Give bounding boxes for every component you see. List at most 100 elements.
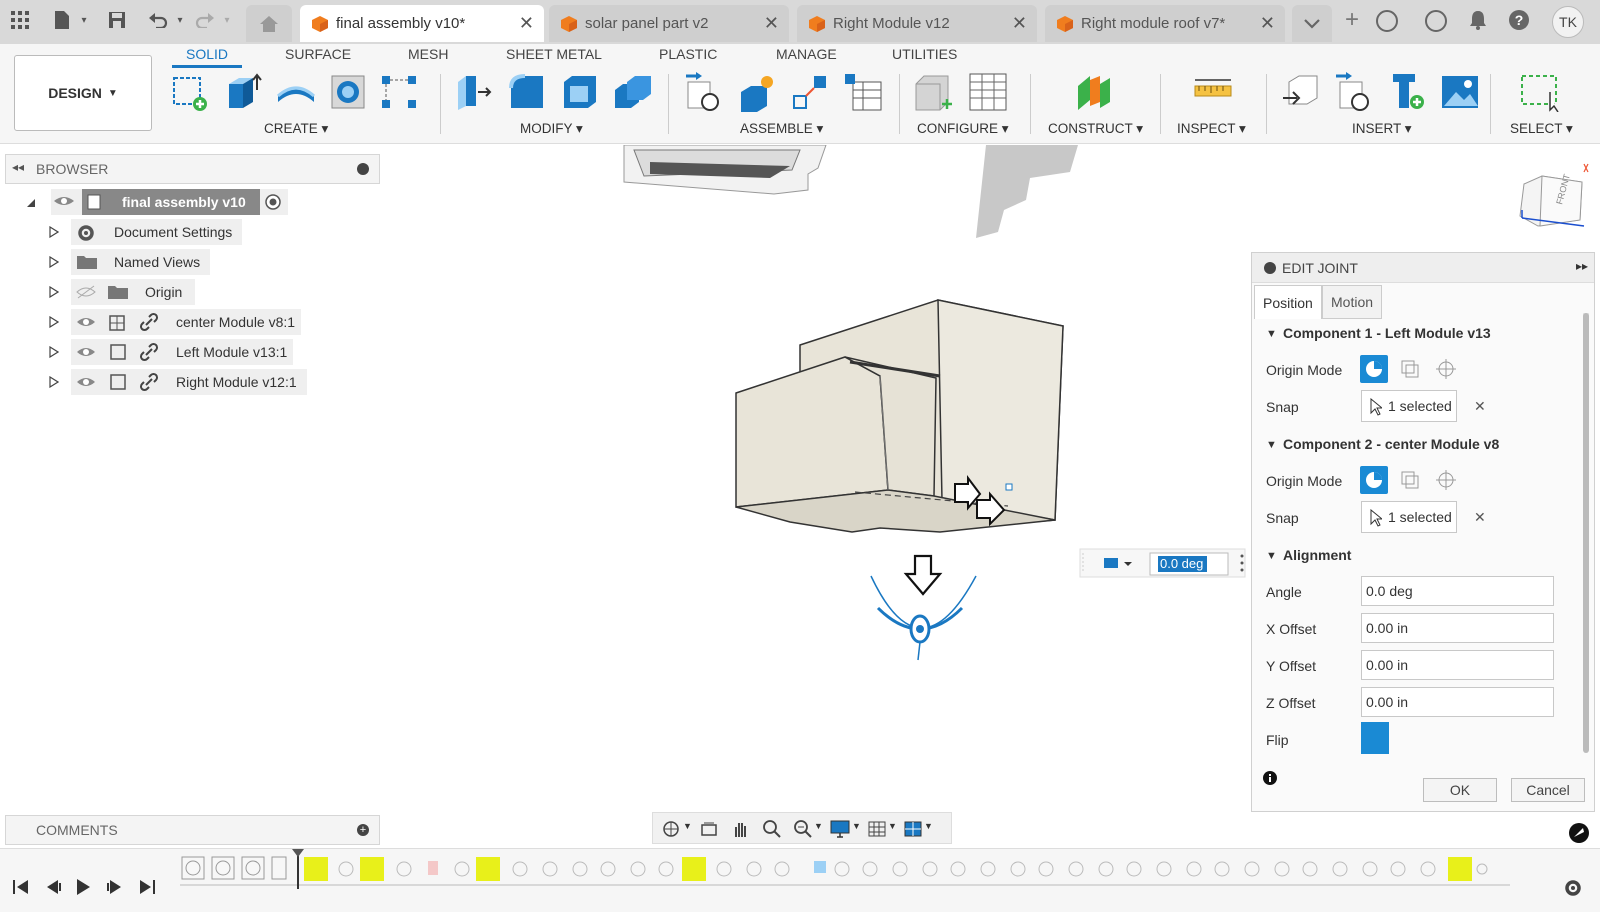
new-tab-icon[interactable]: + xyxy=(1340,6,1364,33)
close-icon[interactable]: ✕ xyxy=(1012,13,1027,34)
close-icon[interactable]: ✕ xyxy=(519,13,534,34)
expand-icon[interactable] xyxy=(49,376,59,388)
between-two-faces-icon[interactable] xyxy=(1396,355,1424,383)
viewports-icon[interactable] xyxy=(903,819,923,839)
tab-overflow-button[interactable] xyxy=(1292,5,1332,42)
assemble-menu[interactable]: ASSEMBLE ▾ xyxy=(740,121,823,137)
expand-icon[interactable] xyxy=(49,286,59,298)
z-offset-field[interactable]: 0.00 in xyxy=(1361,687,1554,717)
construct-menu[interactable]: CONSTRUCT ▾ xyxy=(1048,121,1143,137)
tree-item-origin[interactable]: Origin xyxy=(145,279,182,305)
tab-manage[interactable]: MANAGE xyxy=(776,46,837,68)
ok-button[interactable]: OK xyxy=(1423,778,1497,802)
flip-button[interactable] xyxy=(1361,722,1389,754)
extensions-icon[interactable] xyxy=(1376,10,1398,32)
y-offset-field[interactable]: 0.00 in xyxy=(1361,650,1554,680)
caret-down-icon[interactable]: ▼ xyxy=(852,821,861,831)
zoom-window-icon[interactable] xyxy=(793,819,813,839)
tab-position[interactable]: Position xyxy=(1254,285,1322,319)
collapse-icon[interactable] xyxy=(1264,262,1276,274)
tab-final-assembly[interactable]: final assembly v10* ✕ xyxy=(300,5,544,42)
tab-solid[interactable]: SOLID xyxy=(172,46,243,68)
measure-icon[interactable] xyxy=(1193,72,1233,112)
orbit-icon[interactable] xyxy=(661,819,681,839)
inspect-menu[interactable]: INSPECT ▾ xyxy=(1177,121,1246,137)
save-icon[interactable] xyxy=(105,8,129,32)
cancel-button[interactable]: Cancel xyxy=(1511,778,1585,802)
caret-down-icon[interactable]: ▼ xyxy=(1266,550,1277,562)
shell-icon[interactable] xyxy=(560,72,600,112)
modify-menu[interactable]: MODIFY ▾ xyxy=(520,121,583,137)
press-pull-icon[interactable] xyxy=(454,72,494,112)
as-built-joint-icon[interactable] xyxy=(790,72,830,112)
redo-icon[interactable] xyxy=(193,8,217,32)
assembly-model[interactable] xyxy=(735,299,1064,533)
undo-icon[interactable] xyxy=(146,8,170,32)
root-component[interactable]: final assembly v10 xyxy=(82,189,260,215)
configuration-table-icon[interactable] xyxy=(968,72,1008,112)
joint-origin-table-icon[interactable] xyxy=(843,72,883,112)
snap-2-selection[interactable]: 1 selected xyxy=(1361,501,1457,533)
x-offset-field[interactable]: 0.00 in xyxy=(1361,613,1554,643)
pattern-icon[interactable] xyxy=(380,72,420,112)
offset-plane-icon[interactable] xyxy=(1074,72,1114,112)
visibility-icon[interactable] xyxy=(52,193,76,209)
close-icon[interactable]: ✕ xyxy=(1260,13,1275,34)
file-dropdown-icon[interactable]: ▾ xyxy=(72,8,96,32)
redo-dropdown-icon[interactable]: ▾ xyxy=(215,8,239,32)
visibility-icon[interactable] xyxy=(75,374,97,390)
revolve-icon[interactable] xyxy=(276,72,316,112)
snap-1-selection[interactable]: 1 selected xyxy=(1361,390,1457,422)
insert-link-icon[interactable] xyxy=(1334,72,1374,112)
insert-menu[interactable]: INSERT ▾ xyxy=(1352,121,1412,137)
caret-down-icon[interactable]: ▼ xyxy=(1266,328,1277,340)
undo-dropdown-icon[interactable]: ▾ xyxy=(168,8,192,32)
zoom-icon[interactable] xyxy=(762,819,782,839)
go-to-start-icon[interactable] xyxy=(12,879,30,895)
new-component-icon[interactable] xyxy=(684,72,724,112)
caret-down-icon[interactable]: ▼ xyxy=(888,821,897,831)
expand-icon[interactable] xyxy=(49,316,59,328)
feedback-icon[interactable] xyxy=(1568,822,1590,844)
clear-selection-icon[interactable]: ✕ xyxy=(1474,509,1486,526)
clear-selection-icon[interactable]: ✕ xyxy=(1474,398,1486,415)
step-back-icon[interactable] xyxy=(44,879,62,895)
component-2-header[interactable]: Component 2 - center Module v8 xyxy=(1283,436,1499,452)
tree-item-document-settings[interactable]: Document Settings xyxy=(114,219,232,245)
component-1-header[interactable]: Component 1 - Left Module v13 xyxy=(1283,325,1491,341)
file-icon[interactable] xyxy=(50,8,74,32)
tab-utilities[interactable]: UTILITIES xyxy=(892,46,957,68)
combine-icon[interactable] xyxy=(613,72,653,112)
expand-open-icon[interactable] xyxy=(26,197,36,209)
caret-down-icon[interactable]: ▼ xyxy=(1266,439,1277,451)
panel-scrollbar[interactable] xyxy=(1583,313,1589,753)
tree-item-left-module[interactable]: Left Module v13:1 xyxy=(176,339,287,365)
workspace-selector[interactable]: DESIGN ▼ xyxy=(14,55,152,131)
visibility-icon[interactable] xyxy=(75,344,97,360)
caret-down-icon[interactable]: ▼ xyxy=(814,821,823,831)
step-forward-icon[interactable] xyxy=(106,879,124,895)
caret-down-icon[interactable]: ▼ xyxy=(924,821,933,831)
move-down-arrow-icon[interactable] xyxy=(903,554,943,596)
info-icon[interactable] xyxy=(1262,770,1278,786)
create-sketch-icon[interactable] xyxy=(170,72,210,112)
select-menu[interactable]: SELECT ▾ xyxy=(1510,121,1573,137)
tab-motion[interactable]: Motion xyxy=(1322,285,1383,319)
expand-icon[interactable] xyxy=(49,346,59,358)
expand-icon[interactable] xyxy=(49,226,59,238)
extrude-icon[interactable] xyxy=(223,72,263,112)
fillet-icon[interactable] xyxy=(507,72,547,112)
pan-hand-icon[interactable] xyxy=(730,819,750,839)
simple-mode-icon[interactable] xyxy=(1360,355,1388,383)
visibility-icon[interactable] xyxy=(75,314,97,330)
create-menu[interactable]: CREATE ▾ xyxy=(264,121,328,137)
angle-input[interactable]: 0.0 deg xyxy=(1160,556,1203,571)
minimize-icon[interactable] xyxy=(357,163,369,175)
timeline-settings-gear-icon[interactable] xyxy=(1562,877,1584,899)
configure-menu[interactable]: CONFIGURE ▾ xyxy=(917,121,1009,137)
expand-panel-icon[interactable]: ▸▸ xyxy=(1576,259,1588,273)
tree-item-named-views[interactable]: Named Views xyxy=(114,249,200,275)
help-icon[interactable]: ? xyxy=(1507,8,1531,32)
tab-sheet-metal[interactable]: SHEET METAL xyxy=(506,46,602,68)
display-settings-icon[interactable] xyxy=(829,819,851,839)
